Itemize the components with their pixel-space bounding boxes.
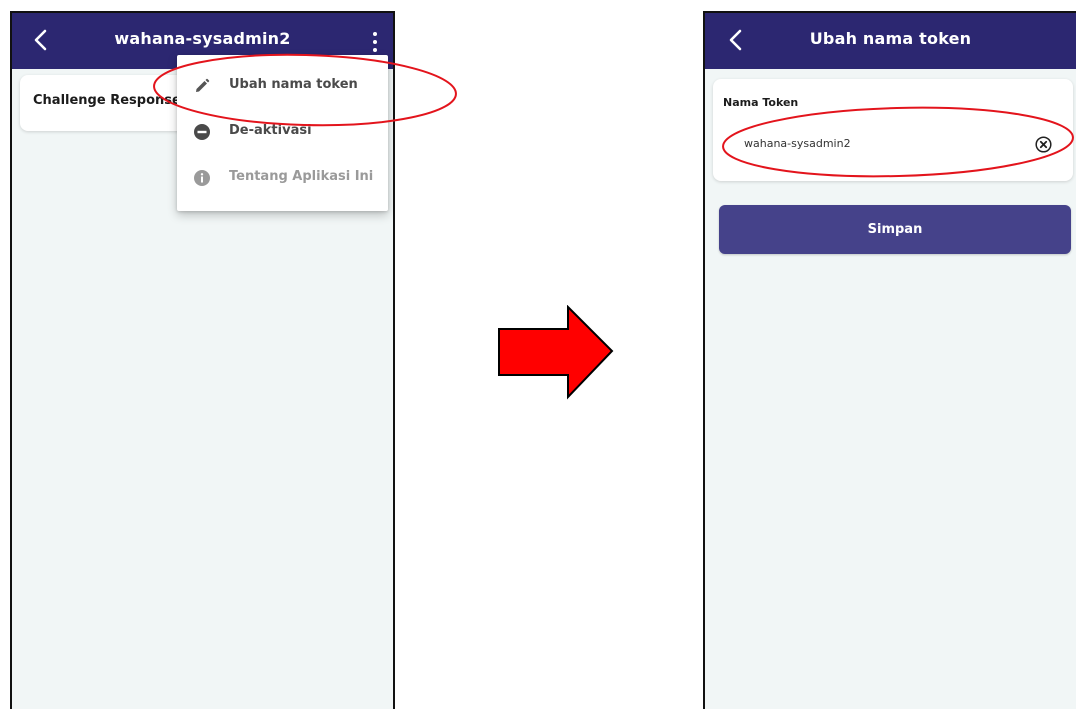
page-title: Ubah nama token <box>809 29 972 48</box>
info-circle-icon <box>194 170 210 186</box>
page-title: wahana-sysadmin2 <box>114 29 291 48</box>
ellipse-highlight <box>722 106 1074 178</box>
save-button[interactable]: Simpan <box>719 205 1071 254</box>
app-bar: Ubah nama token <box>705 13 1076 69</box>
menu-item-about-app[interactable]: Tentang Aplikasi Ini <box>177 156 388 202</box>
menu-item-label: Tentang Aplikasi Ini <box>229 169 374 184</box>
right-arrow-icon <box>498 305 614 400</box>
ellipse-highlight <box>153 53 457 127</box>
